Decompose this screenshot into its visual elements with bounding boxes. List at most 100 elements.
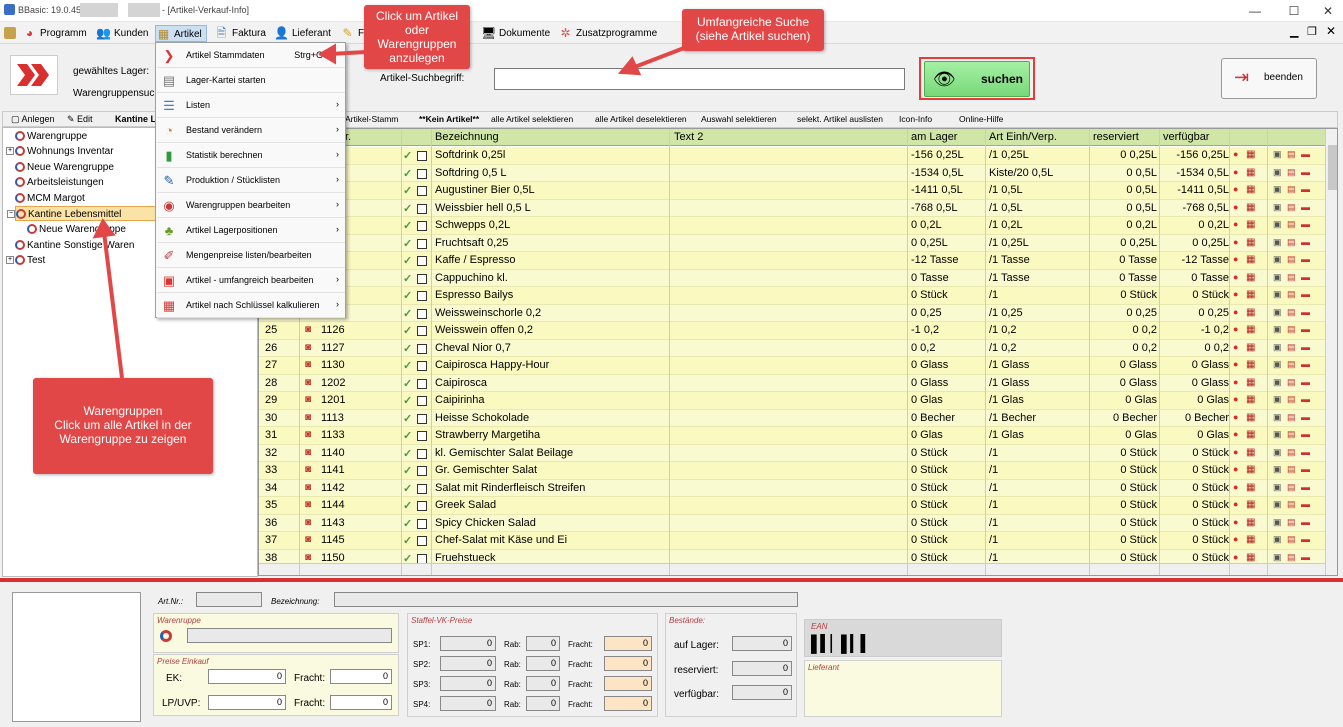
mdi-minimize-icon[interactable]: ▁: [1290, 25, 1298, 38]
fracht-field[interactable]: 0: [604, 696, 652, 711]
sp-field[interactable]: 0: [440, 676, 496, 691]
table-row[interactable]: 34 ◙ 1142 ✓ Salat mit Rinderfleisch Streifen…: [259, 479, 1325, 497]
table-row[interactable]: ✓ Softdring 0,5 L -1534 0,5L Kiste/20 0,5L 0…: [259, 164, 1325, 182]
menu-programm[interactable]: ◕ Programm: [22, 25, 87, 42]
sp-field[interactable]: 0: [440, 696, 496, 711]
tree-item[interactable]: Warengruppe: [15, 129, 87, 144]
select-checkbox[interactable]: [417, 221, 427, 231]
tree-item-selected[interactable]: − Kantine Lebensmittel: [7, 206, 157, 221]
select-checkbox[interactable]: [417, 361, 427, 371]
table-row[interactable]: ✓ Augustiner Bier 0,5L -1411 0,5L/1 0,5L 0 …: [259, 182, 1325, 200]
lp-field[interactable]: 0: [208, 695, 286, 710]
suchen-button[interactable]: 👁 suchen: [924, 61, 1030, 97]
search-input[interactable]: [494, 68, 905, 90]
table-row[interactable]: 37 ◙ 1145 ✓ Chef-Salat mit Käse und Ei 0 Stüc…: [259, 532, 1325, 550]
fracht-field[interactable]: 0: [604, 656, 652, 671]
select-checkbox[interactable]: [417, 256, 427, 266]
table-row[interactable]: ✓ Cappuchino kl. 0 Tasse/1 Tasse 0 Tasse 0 T…: [259, 269, 1325, 287]
select-checkbox[interactable]: [417, 483, 427, 494]
table-row[interactable]: 30 ◙ 1113 ✓ Heisse Schokolade 0 Becher/1 Bech…: [259, 409, 1325, 427]
col-einheit[interactable]: Art Einh/Verp.: [989, 131, 1057, 143]
dropdown-item[interactable]: ▣ Artikel - umfangreich bearbeiten ›: [157, 269, 345, 293]
expand-icon[interactable]: +: [6, 147, 14, 155]
close-button[interactable]: ✕: [1313, 2, 1343, 20]
table-row[interactable]: ✓ Schwepps 0,2L 0 0,2L/1 0,2L 0 0,2L 0 0,2L ●…: [259, 217, 1325, 235]
anlegen-button[interactable]: ▢ Anlegen: [11, 114, 55, 125]
fracht-field-2[interactable]: 0: [330, 695, 392, 710]
edit-button[interactable]: ✎ Edit: [67, 114, 93, 125]
tree-item[interactable]: MCM Margot: [15, 191, 85, 206]
ek-field[interactable]: 0: [208, 669, 286, 684]
dropdown-item[interactable]: ☰ Listen ›: [157, 94, 345, 118]
fracht-field[interactable]: 0: [604, 676, 652, 691]
mdi-restore-icon[interactable]: ❐: [1307, 25, 1317, 38]
select-checkbox[interactable]: [417, 273, 427, 284]
table-row[interactable]: 36 ◙ 1143 ✓ Spicy Chicken Salad 0 Stück/1 0 St…: [259, 514, 1325, 532]
select-all-button[interactable]: alle Artikel selektieren: [491, 114, 573, 124]
dropdown-item[interactable]: ✐ Mengenpreise listen/bearbeiten: [157, 244, 345, 268]
table-row[interactable]: ✓ Softdrink 0,25l -156 0,25L/1 0,25L 0 0,25…: [259, 147, 1325, 165]
select-checkbox[interactable]: [417, 553, 427, 564]
select-checkbox[interactable]: [417, 151, 427, 161]
table-row[interactable]: 31 ◙ 1133 ✓ Strawberry Margetiha 0 Glas/1 Gla…: [259, 427, 1325, 445]
select-checkbox[interactable]: [417, 501, 427, 511]
rab-field[interactable]: 0: [526, 656, 560, 671]
sp-field[interactable]: 0: [440, 636, 496, 651]
warengruppe-field[interactable]: [187, 628, 392, 643]
horizontal-scrollbar[interactable]: [259, 563, 1325, 575]
select-checkbox[interactable]: [417, 413, 427, 424]
dropdown-item[interactable]: ✎ Produktion / Stücklisten ›: [157, 169, 345, 193]
dropdown-item[interactable]: ▦ Artikel nach Schlüssel kalkulieren ›: [157, 294, 345, 318]
maximize-button[interactable]: ☐: [1279, 2, 1309, 20]
menu-fi[interactable]: ✎ Fi: [340, 25, 366, 42]
select-checkbox[interactable]: [417, 448, 427, 459]
menu-kunden[interactable]: 👥 Kunden: [96, 25, 148, 42]
select-checkbox[interactable]: [417, 466, 427, 476]
rab-field[interactable]: 0: [526, 636, 560, 651]
mdi-close-icon[interactable]: ✕: [1326, 24, 1336, 38]
table-row[interactable]: 25 ◙ 1126 ✓ Weisswein offen 0,2 -1 0,2/1 0,2 0…: [259, 322, 1325, 340]
menu-lieferant[interactable]: 👤 Lieferant: [274, 25, 331, 42]
col-verfuegbar[interactable]: verfügbar: [1163, 131, 1209, 143]
select-checkbox[interactable]: [417, 396, 427, 406]
tree-item[interactable]: Neue Warengruppe: [27, 222, 126, 237]
menu-faktura[interactable]: 🗎 Faktura: [214, 25, 266, 42]
dropdown-item[interactable]: ♣ Artikel Lagerpositionen ›: [157, 219, 345, 243]
table-row[interactable]: ✓ Espresso Bailys 0 Stück/1 0 Stück 0 Stück ●…: [259, 287, 1325, 305]
tree-item[interactable]: + Wohnungs Inventar: [6, 144, 114, 159]
tree-item[interactable]: + Test: [6, 253, 45, 268]
kein-artikel-button[interactable]: **Kein Artikel**: [419, 114, 479, 124]
beenden-button[interactable]: ⇥ beenden: [1221, 58, 1317, 99]
collapse-icon[interactable]: −: [7, 210, 15, 218]
artikel-stamm-button[interactable]: Artikel-Stamm: [345, 114, 398, 124]
select-checkbox[interactable]: [417, 308, 427, 319]
col-text2[interactable]: Text 2: [674, 131, 703, 143]
icon-info-button[interactable]: Icon-Info: [899, 114, 932, 124]
col-am-lager[interactable]: am Lager: [911, 131, 957, 143]
fracht-field[interactable]: 0: [330, 669, 392, 684]
tree-item[interactable]: Kantine Sonstige Waren: [15, 238, 134, 253]
select-checkbox[interactable]: [417, 203, 427, 214]
table-row[interactable]: ✓ Fruchtsaft 0,25 0 0,25L/1 0,25L 0 0,25L 0 …: [259, 234, 1325, 252]
sp-field[interactable]: 0: [440, 656, 496, 671]
app-menu-icon[interactable]: [4, 27, 16, 39]
select-checkbox[interactable]: [417, 291, 427, 301]
deselect-all-button[interactable]: alle Artikel deselektieren: [595, 114, 687, 124]
select-checkbox[interactable]: [417, 378, 427, 389]
dropdown-item[interactable]: ◔ Bestand verändern ›: [157, 119, 345, 143]
table-row[interactable]: 35 ◙ 1144 ✓ Greek Salad 0 Stück/1 0 Stück 0 Stü…: [259, 497, 1325, 515]
dropdown-item[interactable]: ▤ Lager-Kartei starten: [157, 69, 345, 93]
menu-zusatzprogramme[interactable]: ✲ Zusatzprogramme: [558, 25, 657, 42]
scroll-thumb[interactable]: [1328, 145, 1337, 190]
select-checkbox[interactable]: [417, 518, 427, 529]
select-checkbox[interactable]: [417, 238, 427, 249]
select-selection-button[interactable]: Auswahl selektieren: [701, 114, 777, 124]
table-row[interactable]: ✓ Weissbier hell 0,5 L -768 0,5L/1 0,5L 0 0…: [259, 199, 1325, 217]
rab-field[interactable]: 0: [526, 696, 560, 711]
fracht-field[interactable]: 0: [604, 636, 652, 651]
col-reserviert[interactable]: reserviert: [1093, 131, 1139, 143]
rab-field[interactable]: 0: [526, 676, 560, 691]
select-checkbox[interactable]: [417, 168, 427, 179]
vertical-scrollbar[interactable]: [1325, 129, 1337, 575]
online-hilfe-button[interactable]: Online-Hilfe: [959, 114, 1003, 124]
